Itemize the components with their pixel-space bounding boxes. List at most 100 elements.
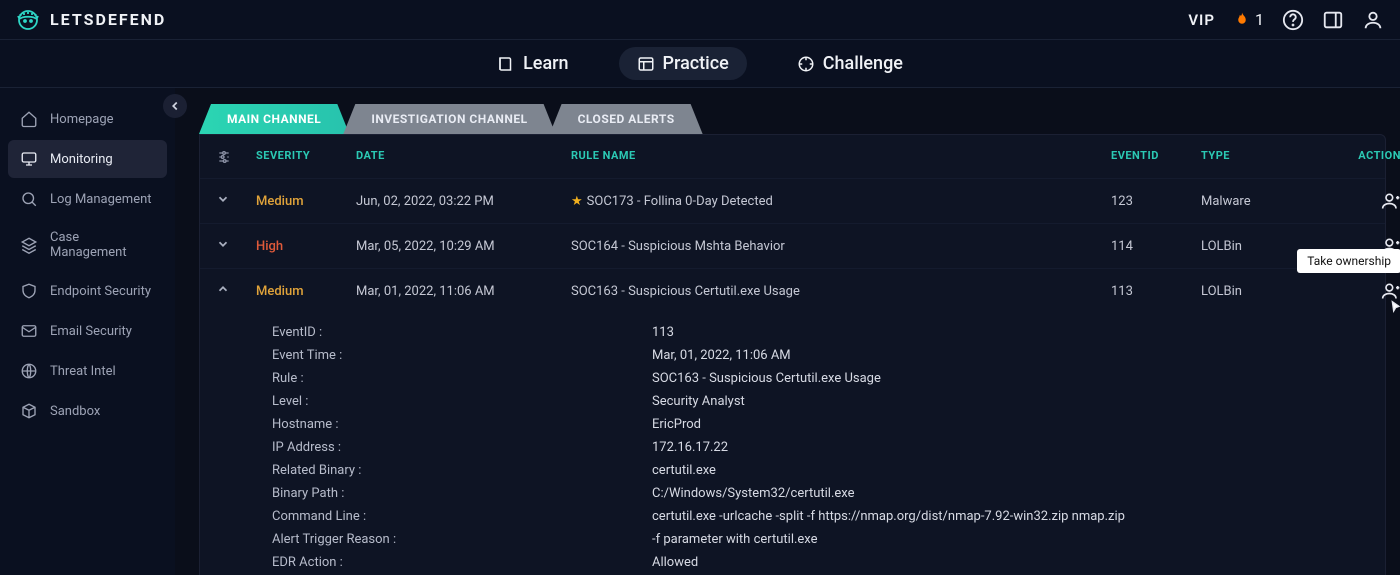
expand-toggle[interactable] [216, 282, 256, 300]
streak[interactable]: 1 [1233, 10, 1264, 29]
channel-tabs: MAIN CHANNEL INVESTIGATION CHANNEL CLOSE… [199, 104, 1386, 134]
take-ownership-button[interactable]: Take ownership [1321, 281, 1400, 301]
sidebar-item-endpoint[interactable]: Endpoint Security [8, 272, 167, 310]
col-date[interactable]: DATE [356, 149, 571, 168]
monitor-icon [20, 150, 38, 168]
type-cell: Malware [1201, 194, 1321, 209]
table-row[interactable]: High Mar, 05, 2022, 10:29 AM SOC164 - Su… [200, 223, 1385, 268]
user-add-icon [1381, 191, 1400, 211]
detail-value: Security Analyst [652, 394, 745, 409]
sidebar-item-email[interactable]: Email Security [8, 312, 167, 350]
col-type[interactable]: TYPE [1201, 149, 1321, 168]
book-icon [497, 55, 515, 73]
detail-label: Event Time : [272, 348, 652, 363]
take-ownership-button[interactable] [1321, 191, 1400, 211]
home-icon [20, 110, 38, 128]
rule-cell: SOC164 - Suspicious Mshta Behavior [571, 239, 1111, 254]
chevron-down-icon [216, 237, 230, 251]
detail-value: C:/Windows/System32/certutil.exe [652, 486, 855, 501]
channel-main[interactable]: MAIN CHANNEL [199, 104, 349, 134]
severity-cell: High [256, 239, 356, 254]
shield-icon [20, 282, 38, 300]
detail-label: Alert Trigger Reason : [272, 532, 652, 547]
brand-name: LETSDEFEND [50, 10, 166, 29]
detail-label: Command Line : [272, 509, 652, 524]
tab-practice[interactable]: Practice [619, 47, 747, 80]
filter-icon[interactable] [216, 149, 256, 168]
chevron-left-icon [168, 99, 182, 113]
detail-label: IP Address : [272, 440, 652, 455]
vip-badge[interactable]: VIP [1188, 11, 1215, 29]
channel-investigation[interactable]: INVESTIGATION CHANNEL [343, 104, 555, 134]
detail-value: SOC163 - Suspicious Certutil.exe Usage [652, 371, 881, 386]
user-add-icon [1381, 281, 1400, 301]
col-eventid[interactable]: EVENTID [1111, 149, 1201, 168]
sidebar-item-homepage[interactable]: Homepage [8, 100, 167, 138]
sidebar-item-case[interactable]: Case Management [8, 220, 167, 270]
tab-challenge[interactable]: Challenge [779, 47, 921, 80]
detail-label: EventID : [272, 325, 652, 340]
detail-label: EDR Action : [272, 555, 652, 570]
detail-label: Level : [272, 394, 652, 409]
tab-practice-label: Practice [663, 53, 729, 74]
eventid-cell: 123 [1111, 194, 1201, 209]
tooltip: Take ownership [1297, 249, 1400, 273]
main: Homepage Monitoring Log Management Case … [0, 88, 1400, 575]
detail-value: EricProd [652, 417, 701, 432]
sidebar-item-label: Threat Intel [50, 364, 116, 379]
content-panel: MAIN CHANNEL INVESTIGATION CHANNEL CLOSE… [175, 88, 1400, 575]
mail-icon [20, 322, 38, 340]
search-icon [20, 190, 38, 208]
detail-value: Mar, 01, 2022, 11:06 AM [652, 348, 791, 363]
col-action: ACTION [1321, 149, 1400, 168]
topbar-right: VIP 1 [1188, 9, 1384, 31]
box-icon [20, 402, 38, 420]
detail-value: Allowed [652, 555, 698, 570]
help-icon[interactable] [1282, 9, 1304, 31]
sidebar-item-threat[interactable]: Threat Intel [8, 352, 167, 390]
sidebar-item-label: Monitoring [50, 152, 113, 167]
eventid-cell: 114 [1111, 239, 1201, 254]
expand-toggle[interactable] [216, 192, 256, 210]
sidebar-item-log[interactable]: Log Management [8, 180, 167, 218]
brand-icon [16, 8, 40, 32]
target-icon [797, 55, 815, 73]
layers-icon [20, 236, 38, 254]
expand-toggle[interactable] [216, 237, 256, 255]
panel-icon[interactable] [1322, 9, 1344, 31]
table-row[interactable]: Medium Mar, 01, 2022, 11:06 AM SOC163 - … [200, 268, 1385, 313]
cursor-icon [1387, 299, 1400, 315]
sidebar-item-label: Log Management [50, 192, 152, 207]
tab-learn-label: Learn [523, 53, 568, 74]
detail-label: Hostname : [272, 417, 652, 432]
col-rule[interactable]: RULE NAME [571, 149, 1111, 168]
col-severity[interactable]: SEVERITY [256, 149, 356, 168]
layout-icon [637, 55, 655, 73]
nav-tabs: Learn Practice Challenge [0, 40, 1400, 88]
globe-icon [20, 362, 38, 380]
sidebar-collapse[interactable] [163, 94, 187, 118]
type-cell: LOLBin [1201, 284, 1321, 299]
tab-learn[interactable]: Learn [479, 47, 586, 80]
detail-label: Related Binary : [272, 463, 652, 478]
detail-value: certutil.exe [652, 463, 716, 478]
date-cell: Mar, 01, 2022, 11:06 AM [356, 284, 571, 299]
chevron-down-icon [216, 192, 230, 206]
detail-label: Binary Path : [272, 486, 652, 501]
sidebar-item-monitoring[interactable]: Monitoring [8, 140, 167, 178]
detail-value: -f parameter with certutil.exe [652, 532, 818, 547]
brand[interactable]: LETSDEFEND [16, 8, 166, 32]
table-row[interactable]: Medium Jun, 02, 2022, 03:22 PM ★SOC173 -… [200, 178, 1385, 223]
alerts-table: SEVERITY DATE RULE NAME EVENTID TYPE ACT… [199, 134, 1386, 575]
sidebar-item-label: Homepage [50, 112, 114, 127]
detail-value: 113 [652, 325, 674, 340]
channel-closed[interactable]: CLOSED ALERTS [550, 104, 703, 134]
row-details: EventID :113 Event Time :Mar, 01, 2022, … [200, 313, 1385, 575]
topbar: LETSDEFEND VIP 1 [0, 0, 1400, 40]
eventid-cell: 113 [1111, 284, 1201, 299]
sidebar-item-label: Endpoint Security [50, 284, 151, 299]
user-icon[interactable] [1362, 9, 1384, 31]
star-icon: ★ [571, 194, 583, 209]
rule-cell: SOC163 - Suspicious Certutil.exe Usage [571, 284, 1111, 299]
sidebar-item-sandbox[interactable]: Sandbox [8, 392, 167, 430]
